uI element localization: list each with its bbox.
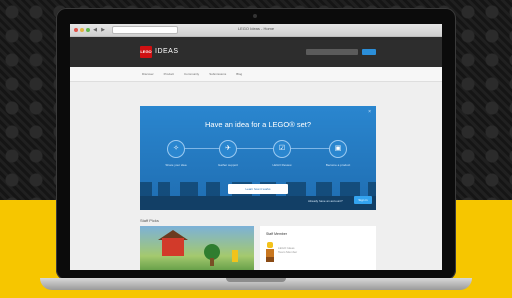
steps-connector-line [176, 148, 340, 149]
lego-logo[interactable]: LEGO [140, 46, 152, 58]
main-navigation: Discover Product Community Submissions B… [70, 67, 442, 82]
nav-item-blog[interactable]: Blog [236, 72, 242, 76]
nav-item-discover[interactable]: Discover [142, 72, 154, 76]
step-label: LEGO Review [272, 163, 292, 167]
step-label: Share your idea [165, 163, 187, 167]
checklist-icon: ☑ [273, 140, 291, 158]
nav-item-product[interactable]: Product [164, 72, 174, 76]
step-label: Gather support [217, 163, 238, 167]
laptop-screen: ◀ ▶ LEGO Ideas - Home LEGO IDEAS Discove… [70, 24, 442, 270]
webcam-dot [253, 14, 257, 18]
search-button[interactable] [362, 49, 376, 55]
brand-name[interactable]: IDEAS [155, 48, 179, 55]
minifigure-illustration [232, 250, 238, 262]
staff-card-title: Staff Member [266, 232, 287, 236]
close-icon[interactable]: × [368, 109, 371, 115]
section-title: Staff Picks [140, 218, 159, 223]
steps-row: ✧ Share your idea ✈ Gather support ☑ LEG… [162, 140, 354, 174]
learn-more-button[interactable]: Learn how it works [228, 184, 288, 194]
laptop-lid: ◀ ▶ LEGO Ideas - Home LEGO IDEAS Discove… [56, 8, 456, 280]
house-illustration [162, 238, 184, 256]
staff-pick-photo[interactable] [140, 226, 254, 270]
browser-tab-title: LEGO Ideas - Home [237, 26, 275, 31]
browser-toolbar: ◀ ▶ LEGO Ideas - Home [70, 24, 442, 37]
step-gather-support: ✈ Gather support [208, 140, 248, 167]
nav-item-community[interactable]: Community [184, 72, 199, 76]
signin-prompt: Already have an account? [308, 199, 343, 203]
nav-item-submissions[interactable]: Submissions [209, 72, 226, 76]
lightbulb-icon: ✧ [167, 140, 185, 158]
minifigure-avatar [266, 242, 274, 262]
hero-title: Have an idea for a LEGO® set? [205, 120, 311, 129]
site-header: LEGO IDEAS [70, 37, 442, 67]
tree-trunk-illustration [210, 258, 214, 266]
signin-button[interactable]: Sign in [354, 196, 372, 204]
staff-card[interactable]: Staff Member LEGO Ideas Team Member [260, 226, 376, 270]
laptop-base-notch [226, 278, 286, 282]
staff-meta: LEGO Ideas Team Member [278, 246, 297, 254]
step-lego-review: ☑ LEGO Review [262, 140, 302, 167]
hero-banner: × Have an idea for a LEGO® set? ✧ Share … [140, 106, 376, 210]
search-input[interactable] [306, 49, 358, 55]
car-icon: ✈ [219, 140, 237, 158]
staff-meta-line: Team Member [278, 250, 298, 254]
step-share-idea: ✧ Share your idea [156, 140, 196, 167]
box-icon: ▣ [329, 140, 347, 158]
step-label: Become a product [325, 163, 351, 167]
step-become-product: ▣ Become a product [318, 140, 358, 167]
